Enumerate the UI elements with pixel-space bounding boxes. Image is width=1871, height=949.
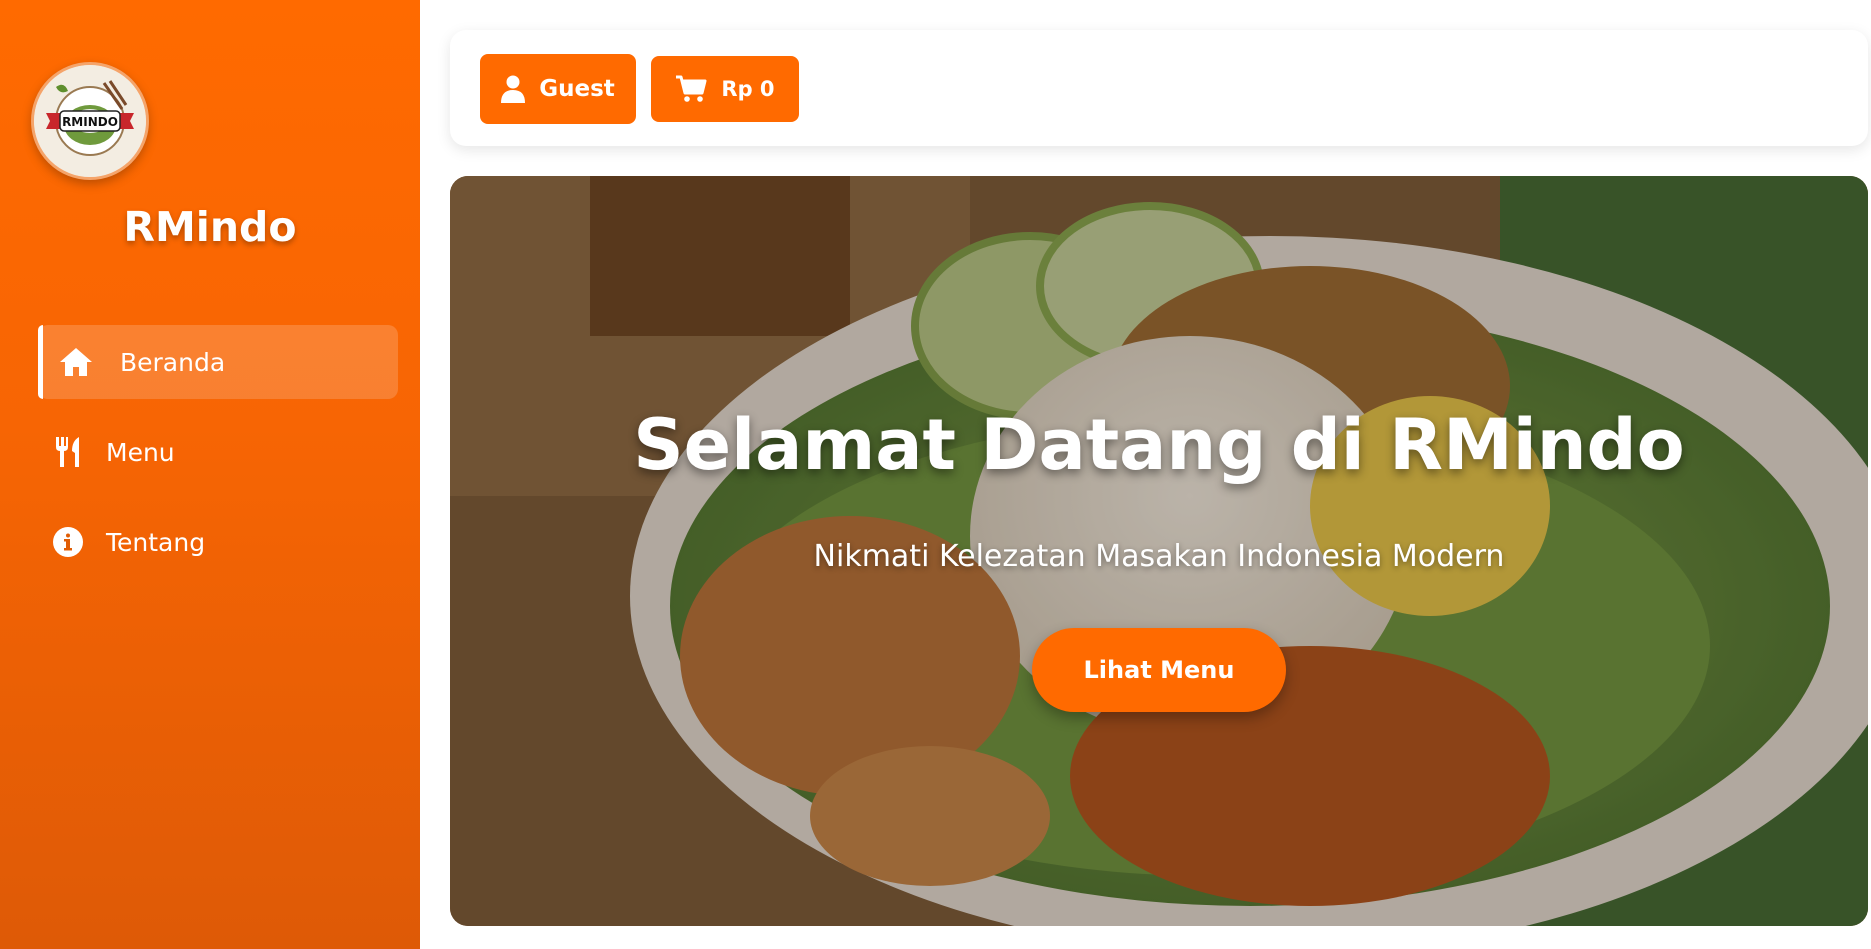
sidebar-item-tentang[interactable]: Tentang (38, 505, 398, 579)
hero-subtitle: Nikmati Kelezatan Masakan Indonesia Mode… (813, 539, 1505, 574)
user-icon (501, 75, 526, 103)
sidebar-item-label: Tentang (106, 527, 206, 557)
utensils-icon (50, 434, 86, 470)
hero-banner: Selamat Datang di RMindo Nikmati Kelezat… (450, 176, 1868, 926)
hero-title: Selamat Datang di RMindo (633, 404, 1685, 486)
info-icon (50, 524, 86, 560)
sidebar-item-beranda[interactable]: Beranda (38, 325, 398, 399)
cart-total: Rp 0 (721, 77, 775, 101)
user-label: Guest (539, 76, 615, 102)
sidebar: RMINDO RMindo Beranda Menu Tentang (0, 0, 420, 949)
cart-button[interactable]: Rp 0 (651, 56, 799, 122)
cart-icon (676, 75, 707, 102)
sidebar-item-menu[interactable]: Menu (38, 415, 398, 489)
view-menu-button[interactable]: Lihat Menu (1032, 628, 1286, 712)
top-bar: Guest Rp 0 (450, 30, 1868, 146)
sidebar-nav: Beranda Menu Tentang (38, 325, 398, 595)
brand-name: RMindo (123, 203, 297, 251)
sidebar-item-label: Menu (106, 437, 175, 467)
sidebar-item-label: Beranda (120, 347, 226, 377)
logo-text: RMINDO (62, 115, 118, 129)
home-icon (58, 344, 94, 380)
user-button[interactable]: Guest (480, 54, 636, 124)
brand-logo[interactable]: RMINDO (31, 62, 149, 180)
